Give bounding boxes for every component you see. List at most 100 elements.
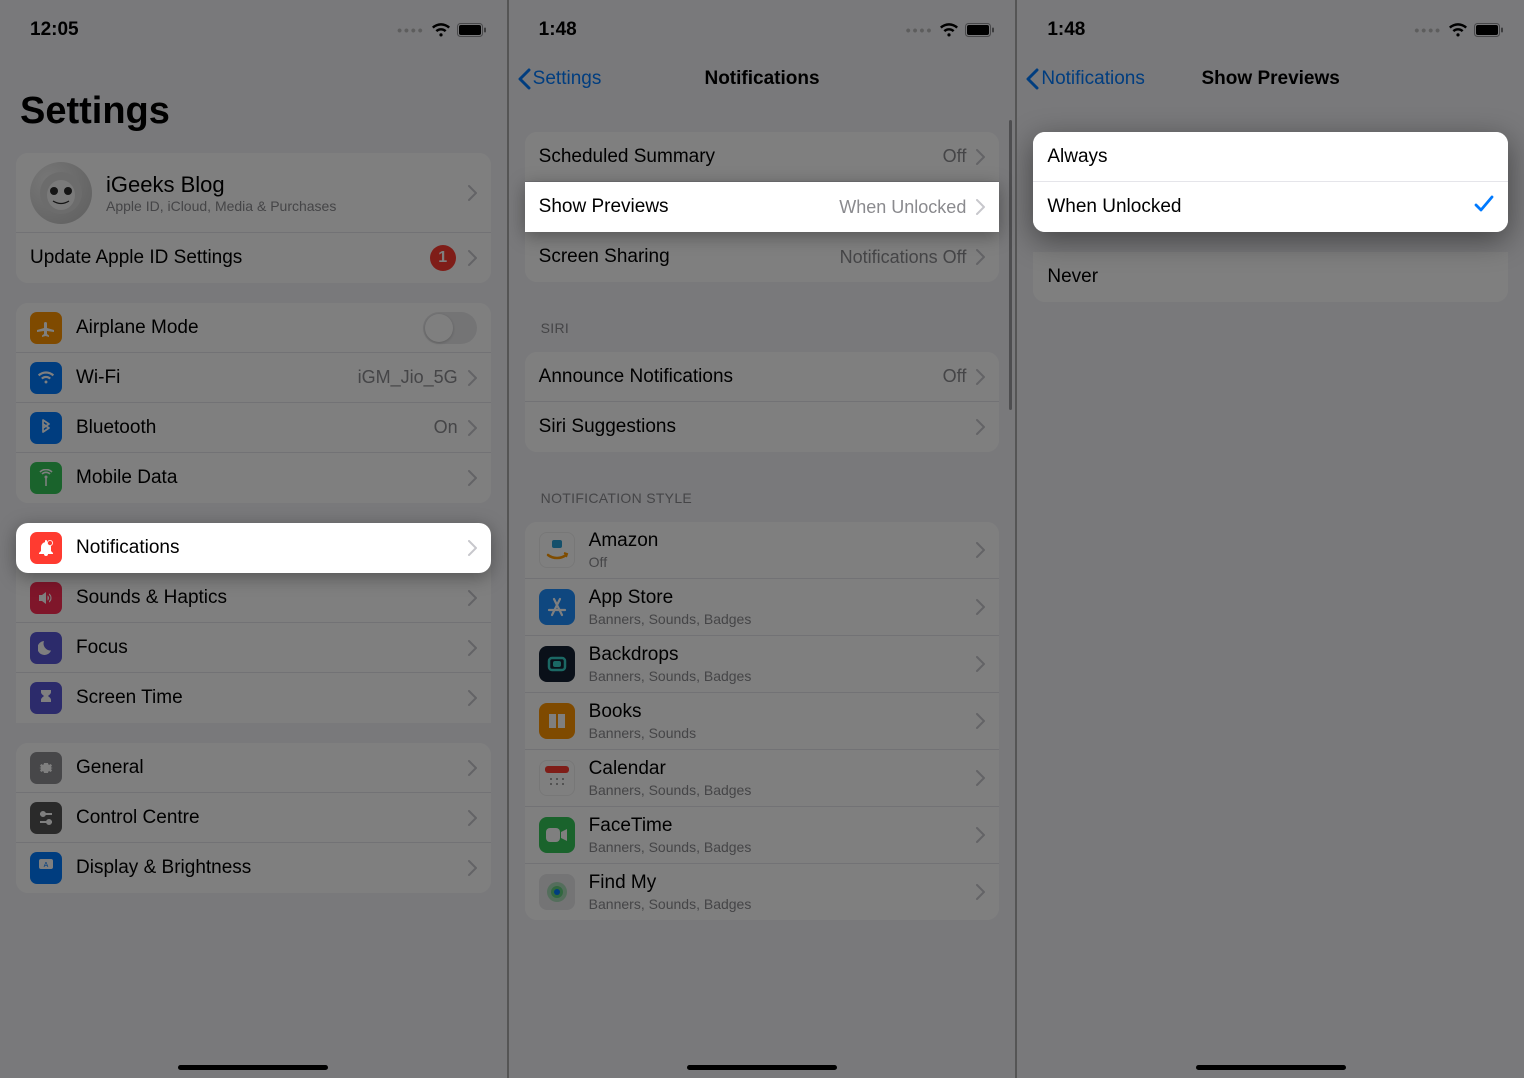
airplane-icon (30, 312, 62, 344)
home-indicator[interactable] (687, 1065, 837, 1070)
notifications-group: Notifications Sounds & Haptics Focus Scr… (16, 523, 491, 723)
app-row-facetime[interactable]: FaceTime Banners, Sounds, Badges (525, 807, 1000, 864)
cellular-dots-icon: •••• (1414, 22, 1442, 38)
row-detail: Off (943, 146, 967, 167)
chevron-right-icon (976, 713, 985, 729)
home-indicator[interactable] (178, 1065, 328, 1070)
display-brightness-row[interactable]: A Display & Brightness (16, 843, 491, 893)
row-label: Control Centre (76, 807, 462, 829)
scheduled-summary-row[interactable]: Scheduled Summary Off (525, 132, 1000, 182)
app-name: Calendar (589, 758, 971, 780)
app-name: App Store (589, 587, 971, 609)
app-row-appstore[interactable]: App StoreBanners, Sounds, Badges (525, 579, 1000, 636)
appstore-icon (539, 589, 575, 625)
general-group: General Control Centre A Display & Brigh… (16, 743, 491, 893)
app-row-calendar[interactable]: Calendar Banners, Sounds, Badges (525, 750, 1000, 807)
option-when-unlocked[interactable]: When Unlocked (1033, 182, 1508, 232)
status-bar: 12:05 •••• (0, 0, 507, 50)
airplane-mode-row[interactable]: Airplane Mode (16, 303, 491, 353)
home-indicator[interactable] (1196, 1065, 1346, 1070)
back-button[interactable]: Notifications (1025, 68, 1145, 90)
speaker-icon (30, 582, 62, 614)
app-name: Backdrops (589, 644, 971, 666)
back-button[interactable]: Settings (517, 68, 602, 90)
general-row[interactable]: General (16, 743, 491, 793)
row-label: Sounds & Haptics (76, 587, 462, 609)
sounds-haptics-row[interactable]: Sounds & Haptics (16, 573, 491, 623)
app-sub: Banners, Sounds, Badges (589, 896, 971, 912)
airplane-toggle[interactable] (423, 312, 477, 344)
screen-time-row[interactable]: Screen Time (16, 673, 491, 723)
status-time: 1:48 (1047, 19, 1085, 41)
app-row-findmy[interactable]: Find My Banners, Sounds, Badges (525, 864, 1000, 920)
row-detail: iGM_Jio_5G (358, 367, 458, 388)
show-previews-row[interactable]: Show Previews When Unlocked (525, 182, 1000, 232)
bluetooth-row[interactable]: Bluetooth On (16, 403, 491, 453)
row-label: Wi-Fi (76, 367, 358, 389)
option-never[interactable]: Never (1033, 252, 1508, 302)
notifications-row[interactable]: Notifications (16, 523, 491, 573)
wifi-settings-icon (30, 362, 62, 394)
chevron-right-icon (468, 420, 477, 436)
chevron-right-icon (468, 760, 477, 776)
row-label: General (76, 757, 462, 779)
back-label: Settings (533, 68, 602, 90)
chevron-right-icon (976, 827, 985, 843)
app-sub: Banners, Sounds, Badges (589, 668, 971, 684)
scroll-indicator[interactable] (1009, 120, 1012, 410)
row-label: Display & Brightness (76, 857, 462, 879)
gear-icon (30, 752, 62, 784)
moon-icon (30, 632, 62, 664)
focus-row[interactable]: Focus (16, 623, 491, 673)
sliders-icon (30, 802, 62, 834)
app-row-amazon[interactable]: AmazonOff (525, 522, 1000, 579)
row-label: Show Previews (539, 196, 840, 218)
profile-name: iGeeks Blog (106, 172, 462, 198)
chevron-right-icon (976, 419, 985, 435)
app-name: FaceTime (589, 815, 971, 837)
chevron-right-icon (468, 185, 477, 201)
row-label: Bluetooth (76, 417, 434, 439)
siri-group: Announce Notifications Off Siri Suggesti… (525, 352, 1000, 452)
app-row-books[interactable]: Books Banners, Sounds (525, 693, 1000, 750)
screen-sharing-row[interactable]: Screen Sharing Notifications Off (525, 232, 1000, 282)
option-always[interactable]: Always (1033, 132, 1508, 182)
chevron-right-icon (468, 250, 477, 266)
row-detail: Off (943, 366, 967, 387)
wifi-icon (939, 23, 959, 38)
battery-icon (1474, 23, 1504, 37)
siri-header: SIRI (509, 302, 1016, 342)
chevron-right-icon (976, 599, 985, 615)
bluetooth-icon (30, 412, 62, 444)
app-name: Books (589, 701, 971, 723)
wifi-row[interactable]: Wi-Fi iGM_Jio_5G (16, 353, 491, 403)
mobile-data-row[interactable]: Mobile Data (16, 453, 491, 503)
row-detail: When Unlocked (839, 197, 966, 218)
chevron-right-icon (468, 370, 477, 386)
siri-suggestions-row[interactable]: Siri Suggestions (525, 402, 1000, 452)
antenna-icon (30, 462, 62, 494)
display-icon: A (30, 852, 62, 884)
app-name: Find My (589, 872, 971, 894)
notifications-screen: 1:48 •••• Settings Notifications Schedul… (509, 0, 1016, 1078)
wifi-icon (431, 23, 451, 38)
amazon-icon (539, 532, 575, 568)
app-sub: Off (589, 554, 971, 570)
row-label: Siri Suggestions (539, 416, 971, 438)
announce-notifications-row[interactable]: Announce Notifications Off (525, 352, 1000, 402)
profile-subtitle: Apple ID, iCloud, Media & Purchases (106, 198, 462, 214)
back-label: Notifications (1041, 68, 1145, 90)
apple-id-profile-row[interactable]: iGeeks Blog Apple ID, iCloud, Media & Pu… (16, 153, 491, 233)
app-row-backdrops[interactable]: Backdrops Banners, Sounds, Badges (525, 636, 1000, 693)
chevron-right-icon (468, 540, 477, 556)
control-centre-row[interactable]: Control Centre (16, 793, 491, 843)
style-header: NOTIFICATION STYLE (509, 472, 1016, 512)
update-apple-id-row[interactable]: Update Apple ID Settings 1 (16, 233, 491, 283)
chevron-right-icon (976, 369, 985, 385)
app-sub: Banners, Sounds, Badges (589, 782, 971, 798)
nav-bar: Settings Notifications (509, 56, 1016, 102)
option-label: When Unlocked (1047, 196, 1474, 218)
cellular-dots-icon: •••• (397, 22, 425, 38)
app-sub: Banners, Sounds, Badges (589, 839, 971, 855)
app-sub: Banners, Sounds (589, 725, 971, 741)
